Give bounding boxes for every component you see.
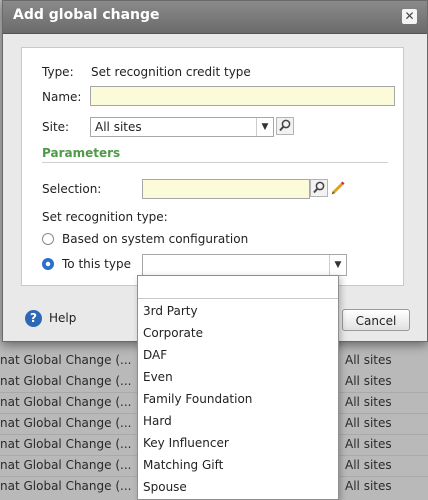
dialog-title: Add global change	[13, 7, 160, 23]
dialog-titlebar[interactable]: Add global change ✕	[3, 1, 427, 34]
radio-to-this-type[interactable]	[42, 258, 54, 270]
radio-to-this-type-label: To this type	[62, 257, 131, 271]
list-item-name: nat Global Change (...	[0, 353, 132, 367]
list-item-name: nat Global Change (...	[0, 437, 132, 451]
dropdown-option[interactable]: Matching Gift	[138, 454, 338, 476]
search-icon	[279, 119, 291, 132]
name-label: Name:	[42, 90, 82, 104]
dropdown-option[interactable]: Family Foundation	[138, 388, 338, 410]
dropdown-option[interactable]: Key Influencer	[138, 432, 338, 454]
list-item-site: All sites	[345, 479, 392, 493]
recognition-type-label: Set recognition type:	[42, 210, 168, 224]
radio-system-configuration[interactable]	[42, 233, 54, 245]
selection-field[interactable]	[142, 179, 310, 199]
cancel-button[interactable]: Cancel	[342, 309, 410, 331]
dropdown-option-blank[interactable]	[138, 276, 338, 299]
close-icon[interactable]: ✕	[402, 9, 417, 24]
selection-edit-button[interactable]	[329, 179, 347, 197]
list-item-site: All sites	[345, 374, 392, 388]
list-item-site: All sites	[345, 437, 392, 451]
chevron-down-icon: ▼	[329, 255, 346, 275]
parameters-heading: Parameters	[42, 146, 121, 160]
pencil-icon	[331, 181, 345, 195]
dropdown-option[interactable]: Even	[138, 366, 338, 388]
search-icon	[313, 181, 325, 194]
dropdown-option[interactable]: Spouse	[138, 476, 338, 498]
site-search-button[interactable]	[276, 117, 294, 135]
chevron-down-icon: ▼	[256, 118, 273, 136]
help-label: Help	[49, 311, 77, 325]
site-select[interactable]: All sites ▼	[90, 117, 274, 137]
type-label: Type:	[42, 65, 74, 79]
selection-search-button[interactable]	[310, 179, 328, 197]
selection-label: Selection:	[42, 182, 102, 196]
recognition-type-select[interactable]: ▼	[142, 254, 347, 276]
name-field[interactable]	[90, 86, 395, 106]
dropdown-option[interactable]: Corporate	[138, 322, 338, 344]
list-item-site: All sites	[345, 395, 392, 409]
list-item-site: All sites	[345, 416, 392, 430]
list-item-site: All sites	[345, 353, 392, 367]
list-item-name: nat Global Change (...	[0, 479, 132, 493]
list-item-name: nat Global Change (...	[0, 416, 132, 430]
dropdown-option[interactable]: Hard	[138, 410, 338, 432]
site-select-value: All sites	[95, 120, 142, 134]
recognition-type-dropdown: 3rd Party Corporate DAF Even Family Foun…	[137, 275, 339, 500]
list-item-site: All sites	[345, 458, 392, 472]
section-divider	[42, 162, 388, 163]
site-label: Site:	[42, 120, 70, 134]
type-value: Set recognition credit type	[91, 65, 251, 79]
radio-system-configuration-label: Based on system configuration	[62, 232, 249, 246]
form-panel: Type: Set recognition credit type Name: …	[21, 47, 404, 286]
list-item-name: nat Global Change (...	[0, 458, 132, 472]
dropdown-option[interactable]: 3rd Party	[138, 300, 338, 322]
list-item-name: nat Global Change (...	[0, 395, 132, 409]
dropdown-option[interactable]: DAF	[138, 344, 338, 366]
list-item-name: nat Global Change (...	[0, 374, 132, 388]
help-icon: ?	[25, 310, 42, 327]
